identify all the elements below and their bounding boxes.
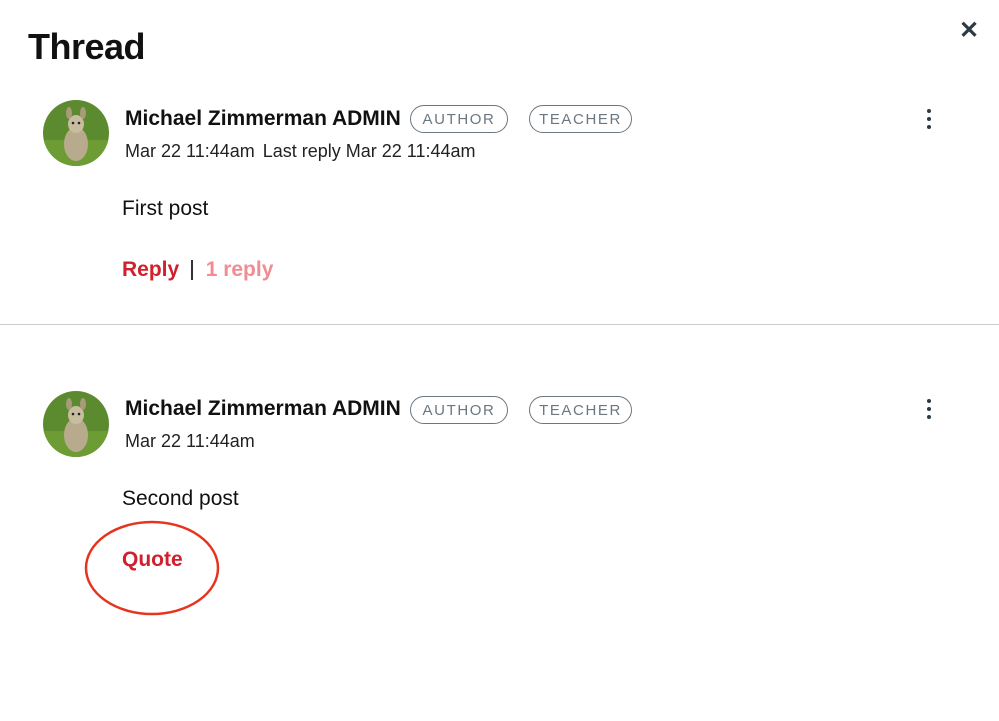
post-meta: Mar 22 11:44am Last reply Mar 22 11:44am xyxy=(125,141,476,162)
post-body: Second post xyxy=(122,487,239,510)
quote-button[interactable]: Quote xyxy=(122,548,183,572)
post-timestamp: Mar 22 11:44am xyxy=(125,141,255,161)
avatar xyxy=(43,100,109,166)
teacher-badge: TEACHER xyxy=(529,396,632,424)
post-actions: Reply 1 reply xyxy=(122,258,273,282)
action-divider xyxy=(191,260,193,280)
author-name[interactable]: Michael Zimmerman ADMIN xyxy=(125,107,401,131)
author-badge: AUTHOR xyxy=(410,105,508,133)
post-timestamp: Mar 22 11:44am xyxy=(125,431,255,451)
page-title: Thread xyxy=(28,26,146,67)
more-options-icon[interactable] xyxy=(918,394,940,424)
post-meta: Mar 22 11:44am xyxy=(125,431,255,452)
close-icon[interactable]: ✕ xyxy=(955,16,983,44)
author-name[interactable]: Michael Zimmerman ADMIN xyxy=(125,397,401,421)
author-badge: AUTHOR xyxy=(410,396,508,424)
last-reply-text: Last reply Mar 22 11:44am xyxy=(262,141,476,161)
avatar xyxy=(43,391,109,457)
more-options-icon[interactable] xyxy=(918,104,940,134)
teacher-badge: TEACHER xyxy=(529,105,632,133)
post-body: First post xyxy=(122,197,209,220)
reply-button[interactable]: Reply xyxy=(122,258,179,282)
post-divider xyxy=(0,324,999,325)
reply-count-link[interactable]: 1 reply xyxy=(206,258,274,282)
